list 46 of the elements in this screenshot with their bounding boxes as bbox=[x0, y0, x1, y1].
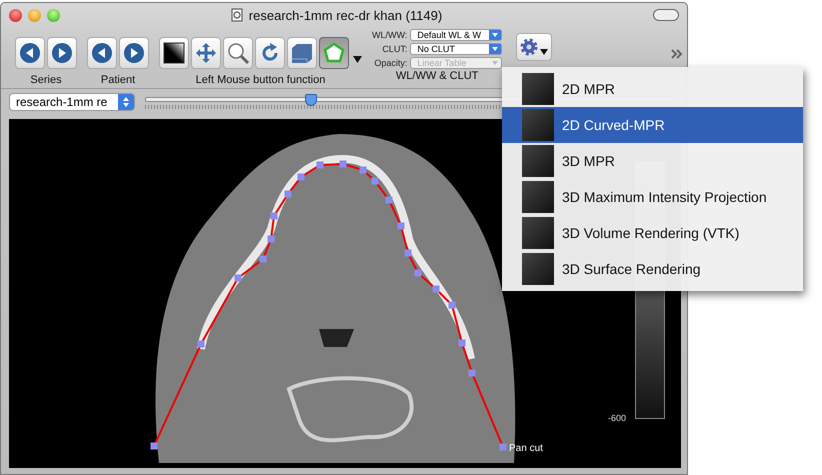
toolbar-toggle-button[interactable] bbox=[653, 9, 679, 21]
dropdown-arrow-icon bbox=[489, 44, 502, 54]
thumbnail-placeholder bbox=[522, 253, 554, 285]
move-arrows-icon bbox=[195, 42, 217, 64]
magnifier-icon bbox=[227, 42, 249, 64]
menu-item[interactable]: 3D Maximum Intensity Projection bbox=[502, 179, 803, 215]
close-icon[interactable] bbox=[9, 8, 22, 22]
next-series-button[interactable] bbox=[47, 37, 77, 69]
dropdown-arrow-icon[interactable] bbox=[353, 56, 362, 62]
group-label: Patient bbox=[100, 74, 136, 86]
dropdown-arrow-icon bbox=[489, 30, 502, 40]
previous-patient-button[interactable] bbox=[87, 37, 117, 69]
stack-icon bbox=[291, 42, 313, 64]
field-label: CLUT: bbox=[382, 44, 408, 54]
group-label: Series bbox=[30, 74, 62, 86]
gear-menu-button[interactable] bbox=[516, 33, 552, 61]
previous-series-button[interactable] bbox=[15, 37, 45, 69]
field-label: WL/WW: bbox=[372, 30, 408, 40]
field-label: Opacity: bbox=[374, 58, 408, 68]
thumbnail-placeholder bbox=[522, 109, 554, 141]
popup-menu[interactable]: No CLUT bbox=[410, 43, 502, 55]
overflow-chevron-icon[interactable] bbox=[671, 49, 683, 59]
thumbnail-placeholder bbox=[522, 145, 554, 177]
pentagon-icon bbox=[323, 42, 345, 64]
menu-item[interactable]: 3D MPR bbox=[502, 143, 803, 179]
menu-item[interactable]: 3D Volume Rendering (VTK) bbox=[502, 215, 803, 251]
series-popup-menu[interactable]: research-1mm re bbox=[9, 93, 135, 111]
thumbnail-placeholder bbox=[522, 217, 554, 249]
next-patient-button[interactable] bbox=[119, 37, 149, 69]
group-label: WL/WW & CLUT bbox=[396, 70, 478, 82]
curved-path-drawing[interactable] bbox=[150, 160, 506, 450]
menu-item[interactable]: 2D Curved-MPR bbox=[502, 107, 803, 143]
up-down-arrows-icon bbox=[118, 94, 134, 110]
menu-item[interactable]: 2D MPR bbox=[502, 71, 803, 107]
mouse-tool-button[interactable] bbox=[159, 37, 189, 69]
contrast-icon bbox=[163, 42, 185, 64]
window-title: research-1mm rec-dr khan (1149) bbox=[248, 8, 442, 22]
thumbnail-placeholder bbox=[522, 73, 554, 105]
thumbnail-placeholder bbox=[522, 181, 554, 213]
roi-label: Pan cut bbox=[509, 443, 543, 454]
group-label: Left Mouse button function bbox=[196, 74, 326, 86]
scale-label: -600 bbox=[608, 413, 626, 423]
document-icon bbox=[230, 8, 243, 22]
menu-item[interactable]: 3D Surface Rendering bbox=[502, 251, 803, 287]
slider-thumb[interactable] bbox=[304, 94, 317, 106]
popup-menu[interactable]: Default WL & W bbox=[410, 29, 502, 42]
